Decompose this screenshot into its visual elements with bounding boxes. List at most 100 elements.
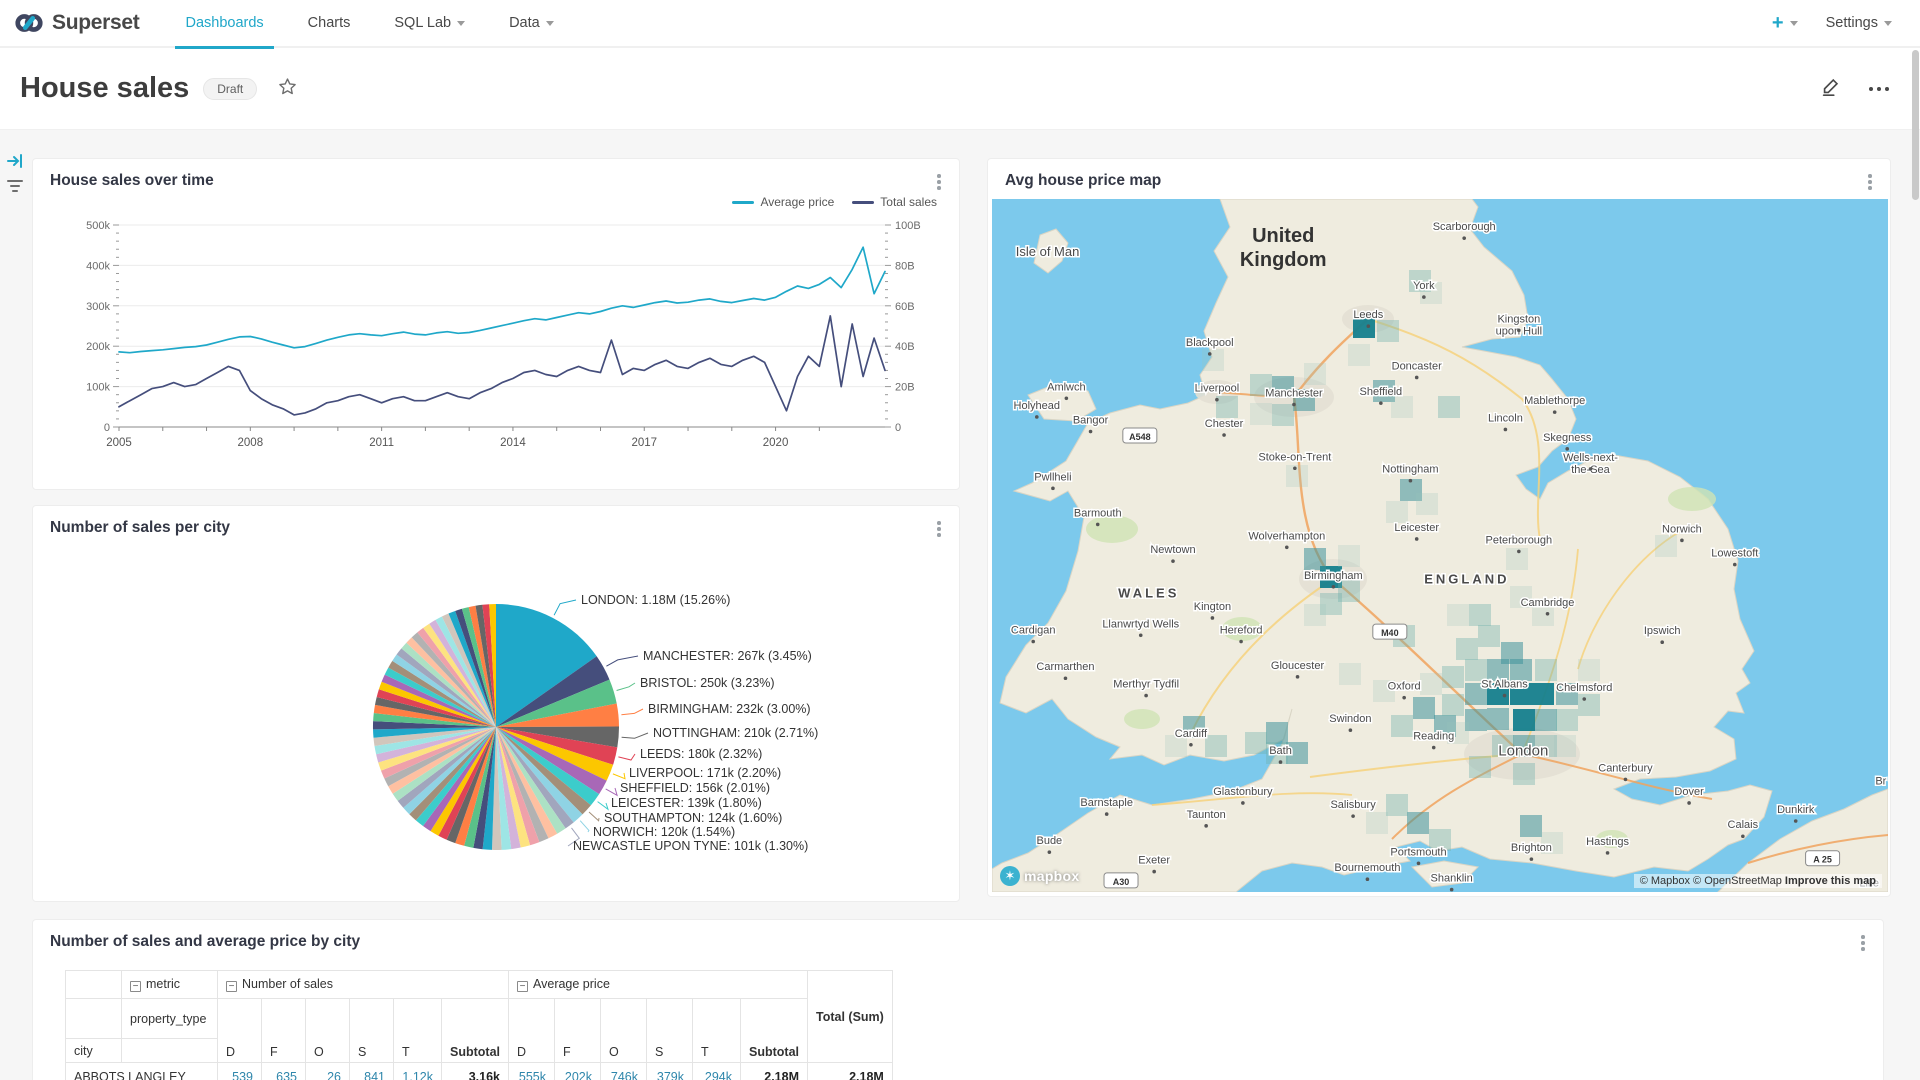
choropleth-cell[interactable] <box>1286 465 1308 487</box>
choropleth-cell[interactable] <box>1348 344 1370 366</box>
svg-text:300k: 300k <box>86 301 110 313</box>
choropleth-cell[interactable] <box>1386 501 1408 523</box>
choropleth-cell[interactable] <box>1304 604 1326 626</box>
choropleth-cell[interactable] <box>1438 396 1460 418</box>
collapse-icon[interactable]: − <box>130 981 141 992</box>
choropleth-cell[interactable] <box>1377 320 1399 342</box>
nav-tab-data[interactable]: Data <box>487 0 576 47</box>
pivot-value[interactable]: 202k <box>555 1063 601 1080</box>
superset-logo-icon <box>14 8 44 38</box>
choropleth-cell[interactable] <box>1391 396 1413 418</box>
map-label: Exeter <box>1138 855 1170 867</box>
chart-options-kebab-icon[interactable] <box>931 171 947 193</box>
pivot-value[interactable]: 635 <box>262 1063 306 1080</box>
choropleth-cell[interactable] <box>1535 659 1557 681</box>
choropleth-cell[interactable] <box>1250 403 1272 425</box>
chart-title: Avg house price map <box>1005 172 1161 190</box>
choropleth-cell[interactable] <box>1532 683 1554 705</box>
pie-chart[interactable]: LONDON: 1.18M (15.26%)MANCHESTER: 267k (… <box>33 506 961 903</box>
svg-text:60B: 60B <box>895 301 915 313</box>
choropleth-cell[interactable] <box>1407 812 1429 834</box>
map-label: Cambridge <box>1521 597 1575 609</box>
pivot-value[interactable]: 26 <box>306 1063 350 1080</box>
map-label: York <box>1413 280 1435 292</box>
choropleth-cell[interactable] <box>1338 545 1360 567</box>
choropleth-cell[interactable] <box>1202 349 1224 371</box>
choropleth-cell[interactable] <box>1442 694 1464 716</box>
map-viewport[interactable]: UnitedKingdomIsle of ManENGLANDWALESScar… <box>992 199 1888 892</box>
choropleth-cell[interactable] <box>1513 763 1535 785</box>
pivot-value[interactable]: 746k <box>601 1063 647 1080</box>
choropleth-cell[interactable] <box>1487 708 1509 730</box>
choropleth-cell[interactable] <box>1339 663 1361 685</box>
choropleth-cell[interactable] <box>1578 659 1600 681</box>
choropleth-cell[interactable] <box>1272 404 1294 426</box>
choropleth-cell[interactable] <box>1304 548 1326 570</box>
mapbox-logo[interactable]: ✶ mapbox <box>1000 866 1079 886</box>
choropleth-cell[interactable] <box>1655 535 1677 557</box>
choropleth-cell[interactable] <box>1469 604 1491 626</box>
choropleth-cell[interactable] <box>1416 493 1438 515</box>
chart-options-kebab-icon[interactable] <box>1862 171 1878 193</box>
pivot-value[interactable]: 379k <box>647 1063 693 1080</box>
choropleth-cell[interactable] <box>1513 709 1535 731</box>
choropleth-cell[interactable] <box>1520 815 1542 837</box>
legend-item-average-price[interactable]: Average price <box>732 195 834 209</box>
choropleth-cell[interactable] <box>1506 548 1528 570</box>
pie-label: LEICESTER: 139k (1.80%) <box>611 796 762 810</box>
table-row[interactable]: ABBOTS LANGLEY539635268411.12k3.16k555k2… <box>66 1063 893 1080</box>
pivot-value[interactable]: 841 <box>350 1063 394 1080</box>
map-label: Doncaster <box>1392 360 1442 372</box>
choropleth-cell[interactable] <box>1456 638 1478 660</box>
nav-tab-dashboards[interactable]: Dashboards <box>163 0 285 47</box>
pivot-value[interactable]: 539 <box>218 1063 262 1080</box>
pivot-total-value[interactable]: 2.18M <box>808 1063 893 1080</box>
edit-dashboard-icon[interactable] <box>1820 75 1842 102</box>
choropleth-cell[interactable] <box>1205 735 1227 757</box>
favorite-star-icon[interactable] <box>277 76 298 102</box>
pivot-header-property-type: property_type <box>122 999 218 1039</box>
choropleth-cell[interactable] <box>1447 604 1469 626</box>
nav-tab-charts[interactable]: Charts <box>286 0 373 47</box>
choropleth-cell[interactable] <box>1391 715 1413 737</box>
choropleth-cell[interactable] <box>1245 732 1267 754</box>
choropleth-cell[interactable] <box>1535 709 1557 731</box>
choropleth-cell[interactable] <box>1266 722 1288 744</box>
collapse-icon[interactable]: − <box>517 981 528 992</box>
pivot-value[interactable]: 2.18M <box>741 1063 808 1080</box>
choropleth-cell[interactable] <box>1442 666 1464 688</box>
new-item-button[interactable]: + <box>1772 12 1798 35</box>
pivot-col-s: S <box>647 999 693 1063</box>
choropleth-cell[interactable] <box>1366 812 1388 834</box>
settings-menu[interactable]: Settings <box>1826 15 1892 31</box>
nav-tab-sql-lab[interactable]: SQL Lab <box>372 0 487 47</box>
choropleth-cell[interactable] <box>1413 697 1435 719</box>
legend-item-total-sales[interactable]: Total sales <box>852 195 937 209</box>
choropleth-cell[interactable] <box>1386 794 1408 816</box>
pie-label: MANCHESTER: 267k (3.45%) <box>643 649 812 663</box>
choropleth-cell[interactable] <box>1478 625 1500 647</box>
svg-text:A 25: A 25 <box>1813 855 1832 865</box>
chart-options-kebab-icon[interactable] <box>1855 932 1871 954</box>
choropleth-cell[interactable] <box>1469 756 1491 778</box>
expand-filter-bar-icon[interactable] <box>6 152 24 175</box>
more-actions-icon[interactable] <box>1868 80 1890 98</box>
pivot-value[interactable]: 1.12k <box>394 1063 442 1080</box>
map-label: Holyhead <box>1014 400 1060 412</box>
collapse-icon[interactable]: − <box>226 981 237 992</box>
filter-icon[interactable] <box>6 178 24 199</box>
choropleth-cell[interactable] <box>1554 735 1576 757</box>
choropleth-cell[interactable] <box>1216 396 1238 418</box>
line-chart[interactable]: 500k100B400k80B300k60B200k40B100k20B0020… <box>49 217 945 485</box>
choropleth-cell[interactable] <box>1420 673 1442 695</box>
choropleth-cell[interactable] <box>1304 363 1326 385</box>
pivot-value[interactable]: 3.16k <box>442 1063 509 1080</box>
pivot-value[interactable]: 555k <box>509 1063 555 1080</box>
pivot-value[interactable]: 294k <box>693 1063 741 1080</box>
superset-logo[interactable]: Superset <box>0 8 153 38</box>
improve-map-link[interactable]: Improve this map <box>1785 875 1876 887</box>
choropleth-cell[interactable] <box>1578 694 1600 716</box>
choropleth-cell[interactable] <box>1556 709 1578 731</box>
map-label: Barnstaple <box>1080 797 1133 809</box>
page-scrollbar[interactable] <box>1912 50 1919 200</box>
